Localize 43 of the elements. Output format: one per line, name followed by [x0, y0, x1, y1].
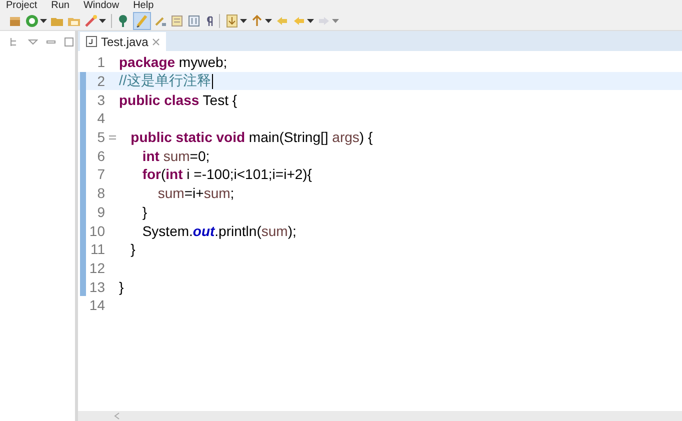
line-number: 4 [96, 110, 105, 126]
code-line: int sum=0; [141, 148, 210, 164]
editor-tab[interactable]: Test.java [80, 32, 166, 51]
line-number: 5 [96, 129, 105, 146]
line-number: 11 [89, 241, 105, 258]
view-menu-icon[interactable] [28, 37, 38, 47]
code-line: } [130, 241, 136, 258]
document-icon[interactable] [187, 14, 201, 28]
line-number: 9 [96, 204, 105, 220]
line-number: 14 [88, 297, 105, 314]
code-line: //这是单行注释 [119, 72, 211, 90]
code-line: } [141, 204, 148, 220]
horizontal-scrollbar[interactable] [78, 411, 682, 421]
menu-item[interactable]: Run [51, 0, 70, 12]
code-editor[interactable]: 1 package myweb; 2 //这是单行注释 3 public class Test { 4 5 public static void main(String[] args) { 6 int sum=0; 7 for(int i =-100;i<101;i=i+2){ 8 sum=i+sum; 9 } 10 System.out.println(sum); 11 } 12 13 } 14 [78, 51, 682, 411]
line-number: 8 [96, 185, 105, 202]
code-line: package myweb; [119, 54, 228, 70]
line-number: 1 [96, 54, 105, 70]
code-line: System.out.println(sum); [141, 222, 296, 239]
code-line: public class Test { [119, 92, 238, 108]
code-line: public static void main(String[] args) { [130, 129, 373, 146]
menu-item[interactable]: Window [83, 0, 120, 12]
fold-icon[interactable] [108, 134, 116, 141]
line-number: 12 [88, 260, 105, 276]
line-number: 7 [96, 166, 105, 182]
menu-item[interactable]: Project [6, 0, 38, 12]
maximize-icon[interactable] [64, 37, 74, 47]
java-file-icon [86, 36, 97, 47]
code-line: for(int i =-100;i<101;i=i+2){ [141, 166, 312, 182]
text-cursor [212, 74, 214, 89]
code-line: sum=i+sum; [156, 185, 234, 202]
arrow-down-icon[interactable] [225, 14, 239, 28]
line-number: 3 [96, 92, 105, 108]
menu-item[interactable]: Help [133, 0, 154, 12]
line-number: 2 [96, 73, 105, 90]
package-icon[interactable] [8, 14, 22, 28]
code-line: } [119, 278, 124, 295]
line-number: 6 [96, 148, 105, 164]
scroll-left-icon[interactable] [114, 412, 120, 420]
close-icon[interactable] [152, 38, 160, 46]
document-icon[interactable] [170, 14, 184, 28]
line-number: 13 [88, 278, 105, 295]
line-number: 10 [88, 222, 105, 239]
